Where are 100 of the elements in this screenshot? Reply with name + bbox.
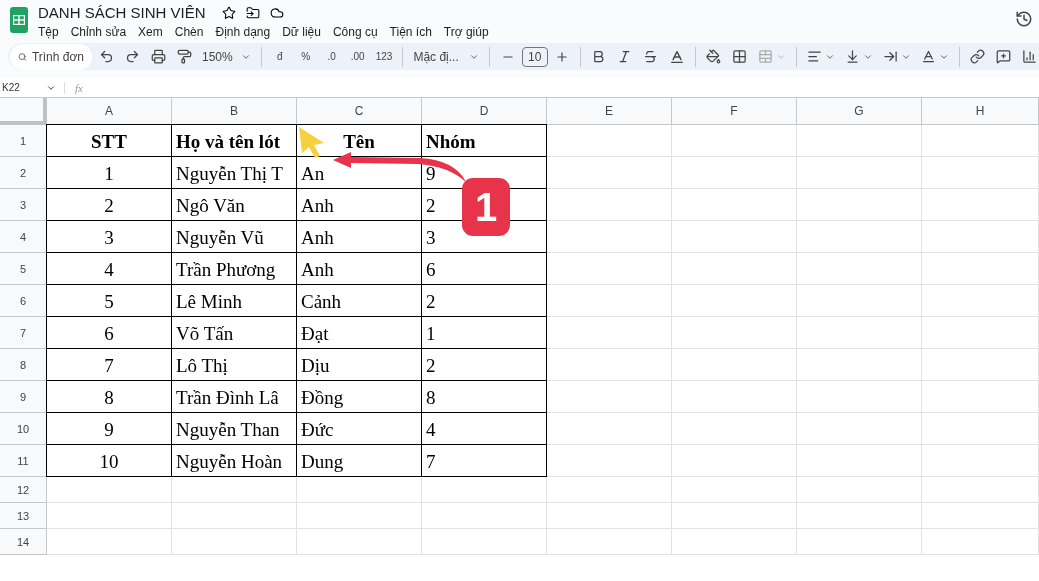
- menu-item[interactable]: Tiện ích: [383, 23, 438, 41]
- grid-cell[interactable]: [297, 529, 422, 555]
- grid-cell[interactable]: [547, 253, 672, 285]
- column-header[interactable]: G: [797, 98, 922, 125]
- number-format-button[interactable]: .00: [345, 43, 370, 70]
- grid-cell[interactable]: 10: [46, 445, 172, 477]
- grid-cell[interactable]: [922, 317, 1039, 349]
- grid-cell[interactable]: [797, 285, 922, 317]
- number-format-button[interactable]: %: [293, 43, 318, 70]
- column-header[interactable]: D: [422, 98, 547, 125]
- grid-cell[interactable]: 8: [46, 381, 172, 413]
- font-dropdown[interactable]: Mặc đị...: [409, 43, 483, 70]
- grid-cell[interactable]: 2: [422, 285, 547, 317]
- grid-cell[interactable]: 4: [422, 413, 547, 445]
- grid-cell[interactable]: [922, 125, 1039, 157]
- grid-cell[interactable]: 7: [422, 445, 547, 477]
- grid-cell[interactable]: [422, 529, 547, 555]
- grid-cell[interactable]: Anh: [297, 189, 422, 221]
- grid-cell[interactable]: [922, 503, 1039, 529]
- row-header[interactable]: 7: [0, 317, 47, 349]
- grid-cell[interactable]: [797, 413, 922, 445]
- grid-cell[interactable]: Anh: [297, 253, 422, 285]
- grid-cell[interactable]: [797, 503, 922, 529]
- grid-cell[interactable]: Ngô Văn: [172, 189, 297, 221]
- grid-cell[interactable]: [797, 253, 922, 285]
- row-header[interactable]: 10: [0, 413, 47, 445]
- grid-cell[interactable]: [47, 477, 172, 503]
- menu-item[interactable]: Trợ giúp: [437, 23, 495, 41]
- grid-cell[interactable]: [672, 413, 797, 445]
- grid-cell[interactable]: [797, 477, 922, 503]
- name-box[interactable]: K22: [2, 82, 58, 94]
- grid-cell[interactable]: [547, 477, 672, 503]
- select-all-corner[interactable]: [0, 98, 47, 125]
- grid-cell[interactable]: [922, 253, 1039, 285]
- grid-cell[interactable]: [547, 285, 672, 317]
- grid-cell[interactable]: [922, 529, 1039, 555]
- grid-cell[interactable]: [672, 285, 797, 317]
- row-header[interactable]: 14: [0, 529, 47, 555]
- grid-cell[interactable]: [47, 503, 172, 529]
- grid-cell[interactable]: [797, 445, 922, 477]
- grid-cell[interactable]: Trần Đình Lâ: [172, 381, 297, 413]
- grid-cell[interactable]: [922, 381, 1039, 413]
- row-header[interactable]: 8: [0, 349, 47, 381]
- menu-item[interactable]: Dữ liệu: [276, 23, 327, 41]
- grid-cell[interactable]: [672, 221, 797, 253]
- row-header[interactable]: 3: [0, 189, 47, 221]
- grid-cell[interactable]: [547, 349, 672, 381]
- grid-cell[interactable]: [922, 221, 1039, 253]
- grid-cell[interactable]: [672, 189, 797, 221]
- grid-cell[interactable]: Đức: [297, 413, 422, 445]
- grid-cell[interactable]: [797, 125, 922, 157]
- grid-cell[interactable]: [547, 157, 672, 189]
- grid-cell[interactable]: [297, 503, 422, 529]
- zoom-dropdown[interactable]: 150%: [198, 43, 255, 70]
- grid-cell[interactable]: Dịu: [297, 349, 422, 381]
- grid-cell[interactable]: [797, 317, 922, 349]
- grid-cell[interactable]: [922, 349, 1039, 381]
- row-header[interactable]: 13: [0, 503, 47, 529]
- row-header[interactable]: 9: [0, 381, 47, 413]
- row-header[interactable]: 6: [0, 285, 47, 317]
- menu-item[interactable]: Chỉnh sửa: [64, 23, 133, 41]
- grid-cell[interactable]: Nguyễn Vũ: [172, 221, 297, 253]
- column-header[interactable]: F: [672, 98, 797, 125]
- grid-cell[interactable]: Nhóm: [422, 124, 547, 157]
- grid-cell[interactable]: 1: [46, 157, 172, 189]
- menu-item[interactable]: Định dạng: [209, 23, 277, 41]
- menu-item[interactable]: Xem: [132, 23, 169, 41]
- grid-cell[interactable]: [547, 503, 672, 529]
- grid-cell[interactable]: [547, 413, 672, 445]
- grid-cell[interactable]: [297, 477, 422, 503]
- grid-cell[interactable]: Dung: [297, 445, 422, 477]
- grid-cell[interactable]: Đạt: [297, 317, 422, 349]
- grid-cell[interactable]: 3: [46, 221, 172, 253]
- grid-cell[interactable]: [797, 381, 922, 413]
- grid-cell[interactable]: 1: [422, 317, 547, 349]
- grid-cell[interactable]: 6: [422, 253, 547, 285]
- grid-cell[interactable]: Võ Tấn: [172, 317, 297, 349]
- grid-cell[interactable]: Nguyễn Hoàn: [172, 445, 297, 477]
- grid-cell[interactable]: [547, 317, 672, 349]
- grid-cell[interactable]: Lô Thị: [172, 349, 297, 381]
- grid-cell[interactable]: [172, 477, 297, 503]
- grid-cell[interactable]: [672, 445, 797, 477]
- grid-cell[interactable]: [797, 221, 922, 253]
- grid-cell[interactable]: [547, 529, 672, 555]
- grid-cell[interactable]: 9: [46, 413, 172, 445]
- column-header[interactable]: H: [922, 98, 1039, 125]
- grid-cell[interactable]: [172, 503, 297, 529]
- grid-cell[interactable]: [547, 189, 672, 221]
- grid-cell[interactable]: Họ và tên lót: [172, 124, 297, 157]
- grid-cell[interactable]: [547, 381, 672, 413]
- number-format-button[interactable]: 123: [371, 43, 397, 70]
- grid-cell[interactable]: [672, 253, 797, 285]
- grid-cell[interactable]: Nguyễn Than: [172, 413, 297, 445]
- row-header[interactable]: 11: [0, 445, 47, 477]
- grid-cell[interactable]: [797, 157, 922, 189]
- grid-cell[interactable]: [672, 503, 797, 529]
- grid-cell[interactable]: [922, 477, 1039, 503]
- grid-cell[interactable]: [422, 503, 547, 529]
- menu-item[interactable]: Chèn: [168, 23, 210, 41]
- grid-cell[interactable]: 5: [46, 285, 172, 317]
